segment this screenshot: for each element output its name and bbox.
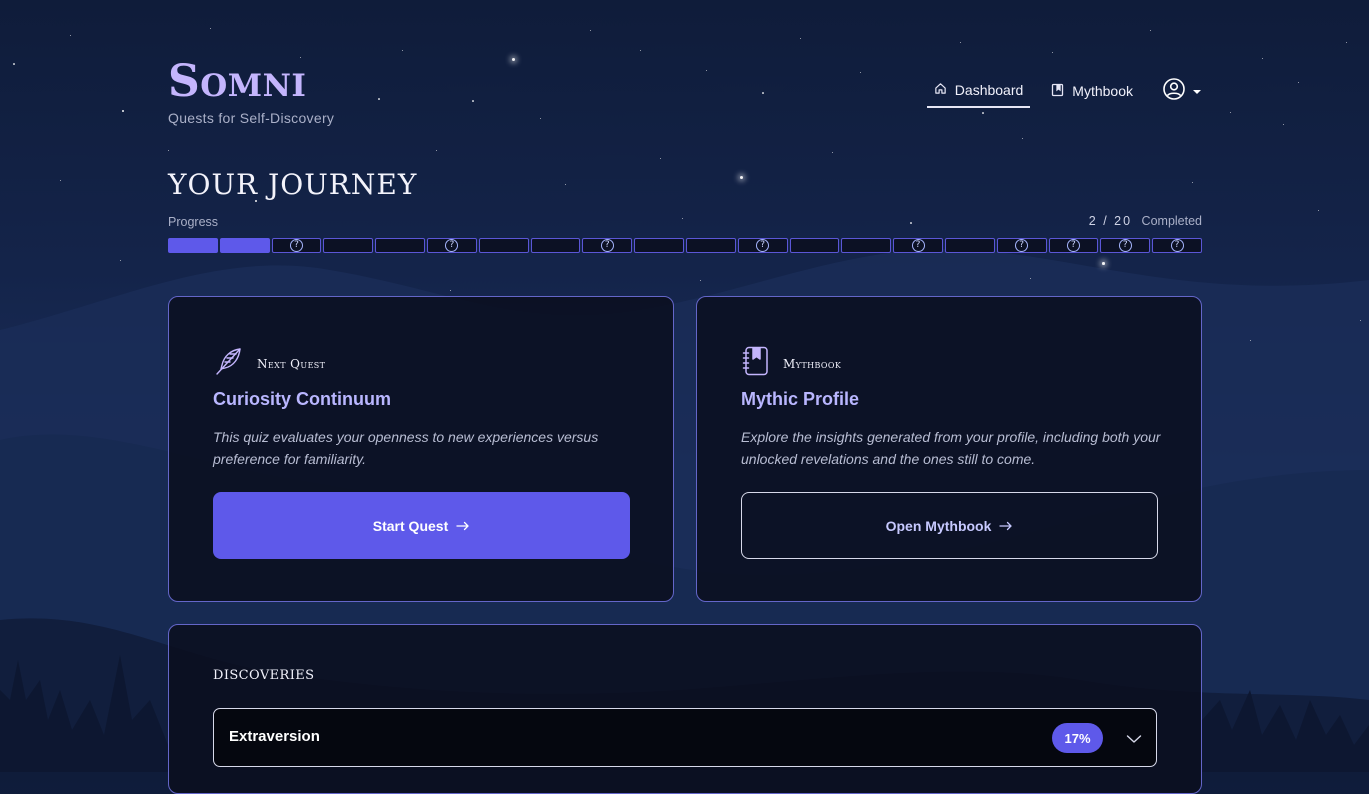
progress-segment — [219, 238, 270, 253]
progress-segment: ? — [1152, 238, 1202, 253]
book-icon — [1051, 83, 1064, 100]
locked-quest-marker: ? — [1170, 239, 1184, 252]
feather-icon — [213, 345, 245, 382]
arrow-right-icon — [456, 518, 470, 534]
user-menu[interactable] — [1162, 77, 1202, 106]
discovery-row-extraversion[interactable]: Extraversion 17% — [213, 708, 1157, 767]
progress-segment: ? — [996, 238, 1047, 253]
progress-segment: ? — [426, 238, 477, 253]
brand: Somni Quests for Self-Discovery — [168, 58, 335, 127]
locked-quest-marker: ? — [1118, 239, 1132, 252]
chevron-down-icon — [1192, 82, 1202, 100]
mythbook-eyebrow: Mythbook — [783, 356, 842, 371]
progress-segment — [478, 238, 529, 253]
progress-segment — [634, 238, 684, 253]
progress-segment — [685, 238, 736, 253]
star — [1318, 210, 1319, 211]
next-quest-title: Curiosity Continuum — [213, 389, 391, 409]
start-quest-label: Start Quest — [372, 517, 449, 534]
nav-dashboard[interactable]: Dashboard — [926, 74, 1031, 108]
next-quest-description: This quiz evaluates your openness to new… — [213, 429, 599, 467]
star — [1262, 58, 1263, 59]
star — [1230, 112, 1231, 113]
arrow-right-icon — [999, 518, 1013, 534]
start-quest-button[interactable]: Start Quest — [213, 492, 630, 559]
mythbook-description: Explore the insights generated from your… — [741, 429, 1161, 467]
progress-label: Progress — [168, 215, 219, 229]
locked-quest-marker: ? — [911, 239, 925, 252]
next-quest-header: Next Quest — [213, 345, 325, 382]
progress-segment — [789, 238, 840, 253]
nav-dashboard-label: Dashboard — [954, 82, 1024, 98]
journey-title: YOUR JOURNEY — [168, 168, 418, 201]
notebook-icon — [741, 345, 771, 382]
user-circle-icon — [1162, 77, 1186, 106]
progress-count: 2 / 20 Completed — [1089, 214, 1202, 228]
open-mythbook-button[interactable]: Open Mythbook — [741, 492, 1158, 559]
progress-segment: ? — [582, 238, 633, 253]
progress-segment — [841, 238, 892, 253]
locked-quest-marker: ? — [289, 239, 303, 252]
discovery-label: Extraversion — [229, 728, 320, 745]
star — [1283, 124, 1284, 125]
progress-segment: ? — [1100, 238, 1151, 253]
journey-progress-bar: ????????? — [168, 238, 1202, 253]
mythbook-title: Mythic Profile — [741, 389, 860, 409]
nav-mythbook[interactable]: Mythbook — [1044, 74, 1140, 108]
locked-quest-marker: ? — [756, 239, 770, 252]
progress-segment: ? — [737, 238, 788, 253]
locked-quest-marker: ? — [1015, 239, 1029, 252]
progress-segment: ? — [893, 238, 943, 253]
chevron-down-icon[interactable] — [1126, 731, 1142, 749]
star — [70, 35, 71, 36]
progress-segment: ? — [271, 238, 322, 253]
mythbook-card: Mythbook Mythic Profile Explore the insi… — [696, 296, 1202, 602]
locked-quest-marker: ? — [445, 239, 459, 252]
progress-segment — [944, 238, 995, 253]
locked-quest-marker: ? — [1066, 239, 1080, 252]
star — [1360, 320, 1361, 321]
discovery-percent-badge: 17% — [1052, 723, 1103, 753]
progress-segment — [375, 238, 425, 253]
star — [1298, 82, 1299, 83]
open-mythbook-label: Open Mythbook — [885, 517, 992, 534]
star — [13, 63, 15, 65]
locked-quest-marker: ? — [600, 239, 614, 252]
tagline: Quests for Self-Discovery — [168, 110, 335, 126]
progress-segment — [168, 238, 218, 253]
home-icon — [934, 82, 947, 98]
logo-wordmark[interactable]: Somni — [168, 58, 334, 106]
progress-completed-label: Completed — [1141, 214, 1202, 228]
star — [1346, 42, 1347, 43]
nav-mythbook-label: Mythbook — [1072, 83, 1133, 99]
discoveries-card: DISCOVERIES Extraversion 17% — [168, 624, 1202, 794]
progress-segment — [530, 238, 581, 253]
progress-segment: ? — [1048, 238, 1099, 253]
progress-count-value: 2 / 20 — [1088, 214, 1133, 228]
progress-segment — [323, 238, 374, 253]
next-quest-eyebrow: Next Quest — [257, 356, 326, 371]
star — [122, 110, 124, 112]
star — [60, 180, 61, 181]
star — [1250, 340, 1251, 341]
star — [120, 260, 121, 261]
mythbook-header: Mythbook — [741, 345, 841, 382]
next-quest-card: Next Quest Curiosity Continuum This quiz… — [168, 296, 674, 602]
top-nav: Dashboard Mythbook — [926, 74, 1202, 108]
discoveries-title: DISCOVERIES — [213, 668, 315, 683]
